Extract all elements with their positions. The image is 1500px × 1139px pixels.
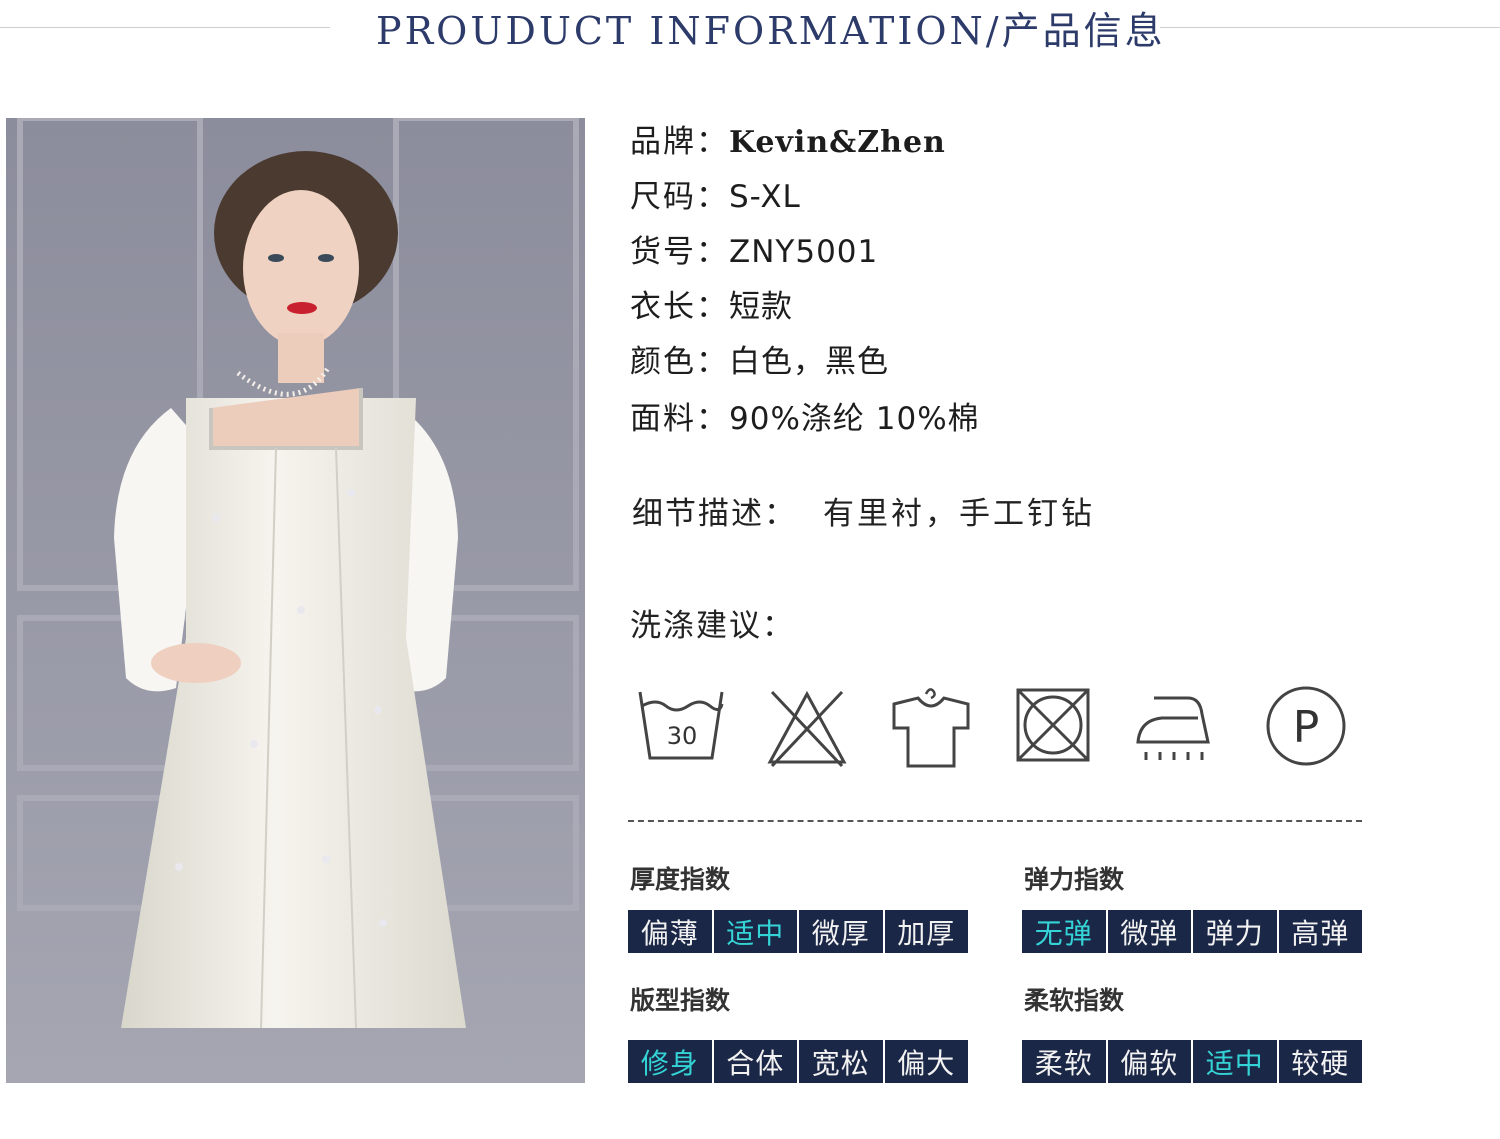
product-photo [6, 118, 585, 1083]
wash-30-icon: 30 [636, 684, 726, 774]
spec-label: 尺码： [630, 179, 729, 215]
spec-color: 颜色：白色，黑色 [630, 342, 889, 382]
fit-option-selected: 修身 [628, 1040, 712, 1083]
thickness-scale: 偏薄 适中 微厚 加厚 [628, 910, 968, 953]
do-not-bleach-icon [762, 684, 852, 774]
fit-option: 偏大 [884, 1040, 968, 1083]
thickness-option: 微厚 [799, 910, 883, 953]
thickness-index-title: 厚度指数 [630, 865, 731, 894]
elasticity-index-title: 弹力指数 [1024, 865, 1125, 894]
section-divider [628, 820, 1362, 822]
do-not-tumble-dry-icon [1008, 684, 1098, 774]
spec-length: 衣长：短款 [630, 287, 793, 327]
spec-label: 面料： [630, 401, 729, 437]
softness-scale: 柔软 偏软 适中 较硬 [1022, 1040, 1362, 1083]
fit-scale: 修身 合体 宽松 偏大 [628, 1040, 968, 1083]
spec-label: 品牌： [630, 124, 729, 160]
softness-index-title: 柔软指数 [1024, 986, 1125, 1015]
softness-option: 偏软 [1107, 1040, 1191, 1083]
softness-option: 柔软 [1022, 1040, 1106, 1083]
elasticity-option: 弹力 [1193, 910, 1277, 953]
spec-size: 尺码：S-XL [630, 177, 801, 217]
spec-value: 90%涤纶 10%棉 [729, 401, 980, 437]
iron-steam-icon [1130, 684, 1220, 774]
softness-option-selected: 适中 [1193, 1040, 1277, 1083]
elasticity-option-selected: 无弹 [1022, 910, 1106, 953]
fit-option: 合体 [713, 1040, 797, 1083]
spec-value: 短款 [729, 289, 793, 325]
spec-value: S-XL [729, 179, 801, 215]
page-title: PROUDUCT INFORMATION/产品信息 [376, 9, 1166, 53]
thickness-option: 偏薄 [628, 910, 712, 953]
hang-dry-icon [886, 684, 976, 774]
detail-label: 细节描述： [632, 496, 797, 532]
header-rule-right [1160, 27, 1500, 28]
elasticity-scale: 无弹 微弹 弹力 高弹 [1022, 910, 1362, 953]
thickness-option: 加厚 [884, 910, 968, 953]
dry-clean-letter: P [1293, 702, 1320, 753]
dry-clean-p-icon: P [1262, 684, 1352, 774]
elasticity-option: 高弹 [1278, 910, 1362, 953]
wash-title: 洗涤建议： [630, 608, 795, 644]
header-rule-left [0, 27, 330, 28]
detail-description: 细节描述： 有里衬，手工钉钻 [632, 494, 1095, 534]
spec-item-number: 货号：ZNY5001 [630, 232, 878, 272]
elasticity-option: 微弹 [1107, 910, 1191, 953]
fit-index-title: 版型指数 [630, 986, 731, 1015]
thickness-option-selected: 适中 [713, 910, 797, 953]
detail-value: 有里衬，手工钉钻 [823, 496, 1095, 532]
spec-label: 货号： [630, 234, 729, 270]
spec-label: 衣长： [630, 289, 729, 325]
spec-value: 白色，黑色 [729, 344, 889, 380]
fit-option: 宽松 [799, 1040, 883, 1083]
softness-option: 较硬 [1278, 1040, 1362, 1083]
wash-temp-text: 30 [667, 722, 698, 750]
spec-fabric: 面料：90%涤纶 10%棉 [630, 399, 980, 439]
brand-logo-text: Kevin&Zhen [729, 125, 946, 160]
spec-label: 颜色： [630, 344, 729, 380]
spec-brand: 品牌：Kevin&Zhen [630, 122, 946, 163]
spec-value: ZNY5001 [729, 234, 879, 270]
